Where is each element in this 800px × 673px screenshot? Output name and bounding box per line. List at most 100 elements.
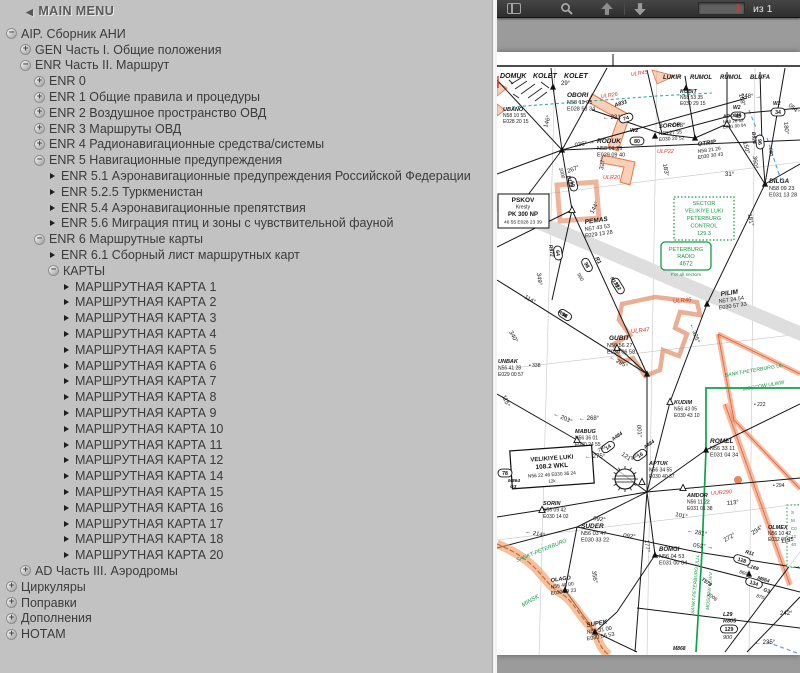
expand-icon[interactable]: + (20, 565, 31, 576)
tree-item[interactable]: МАРШРУТНАЯ КАРТА 7 (0, 374, 492, 390)
tree-item[interactable]: + ENR 4 Радионавигационные средства/систе… (0, 137, 492, 153)
expand-icon[interactable]: + (34, 139, 45, 150)
tree-item[interactable]: МАРШРУТНАЯ КАРТА 14 (0, 468, 492, 484)
collapse-icon[interactable]: − (48, 265, 59, 276)
tree-item-label[interactable]: МАРШРУТНАЯ КАРТА 20 (75, 548, 223, 562)
tree-item-label[interactable]: МАРШРУТНАЯ КАРТА 4 (75, 327, 216, 341)
collapse-icon[interactable]: − (6, 28, 17, 39)
expand-icon[interactable]: + (6, 581, 17, 592)
tree-item[interactable]: ENR 6.1 Сборный лист маршрутных карт (0, 247, 492, 263)
tree-item[interactable]: + Циркуляры (0, 579, 492, 595)
tree-item[interactable]: МАРШРУТНАЯ КАРТА 9 (0, 405, 492, 421)
tree-item[interactable]: + Дополнения (0, 610, 492, 626)
tree-item-label[interactable]: ENR 5 Навигационные предупреждения (49, 153, 282, 167)
tree-item[interactable]: + ENR 0 (0, 73, 492, 89)
tree-item-label[interactable]: Дополнения (21, 611, 92, 625)
expand-icon[interactable]: + (34, 76, 45, 87)
tree-item-label[interactable]: AD Часть III. Аэродромы (35, 564, 178, 578)
tree-item-label[interactable]: МАРШРУТНАЯ КАРТА 7 (75, 374, 216, 388)
page-number-input[interactable] (698, 2, 745, 15)
tree-item-label[interactable]: Поправки (21, 596, 77, 610)
tree-item-label[interactable]: ENR 1 Общие правила и процедуры (49, 90, 260, 104)
tree-item-label[interactable]: МАРШРУТНАЯ КАРТА 5 (75, 343, 216, 357)
tree-item[interactable]: МАРШРУТНАЯ КАРТА 12 (0, 453, 492, 469)
expand-icon[interactable]: + (34, 92, 45, 103)
tree-item-label[interactable]: ENR 0 (49, 74, 86, 88)
tree-item[interactable]: МАРШРУТНАЯ КАРТА 16 (0, 500, 492, 516)
tree-item-label[interactable]: МАРШРУТНАЯ КАРТА 3 (75, 311, 216, 325)
tree-item[interactable]: МАРШРУТНАЯ КАРТА 20 (0, 547, 492, 563)
tree-item-label[interactable]: МАРШРУТНАЯ КАРТА 1 (75, 280, 216, 294)
tree-item-label[interactable]: МАРШРУТНАЯ КАРТА 14 (75, 469, 223, 483)
tree-item-label[interactable]: ENR 6.1 Сборный лист маршрутных карт (61, 248, 300, 262)
expand-icon[interactable]: + (6, 597, 17, 608)
tree-item-label[interactable]: ENR 2 Воздушное пространство ОВД (49, 106, 266, 120)
tree-item-label[interactable]: AIP. Сборник АНИ (21, 27, 126, 41)
tree-item-label[interactable]: КАРТЫ (63, 264, 105, 278)
tree-item-label[interactable]: ENR 3 Маршруты ОВД (49, 122, 181, 136)
tree-item-label[interactable]: МАРШРУТНАЯ КАРТА 18 (75, 532, 223, 546)
main-menu-header[interactable]: ◀MAIN MENU (0, 0, 492, 25)
tree-item-label[interactable]: ENR 5.6 Миграция птиц и зоны с чувствите… (61, 216, 393, 230)
tree-item[interactable]: МАРШРУТНАЯ КАРТА 8 (0, 389, 492, 405)
tree-item[interactable]: ENR 5.2.5 Туркменистан (0, 184, 492, 200)
tree-item-label[interactable]: МАРШРУТНАЯ КАРТА 2 (75, 295, 216, 309)
sidebar-toggle-icon[interactable] (507, 3, 521, 14)
tree-item[interactable]: + AD Часть III. Аэродромы (0, 563, 492, 579)
tree-item-label[interactable]: GEN Часть I. Общие положения (35, 43, 221, 57)
tree-item[interactable]: МАРШРУТНАЯ КАРТА 4 (0, 326, 492, 342)
tree-item-label[interactable]: МАРШРУТНАЯ КАРТА 6 (75, 359, 216, 373)
tree-item-label[interactable]: МАРШРУТНАЯ КАРТА 17 (75, 517, 223, 531)
tree-item[interactable]: ENR 5.1 Аэронавигационные предупреждения… (0, 168, 492, 184)
tree-item-label[interactable]: НОТАМ (21, 627, 66, 641)
tree-item[interactable]: −ENR 6 Маршрутные карты (0, 231, 492, 247)
tree-item[interactable]: + ENR 2 Воздушное пространство ОВД (0, 105, 492, 121)
tree-item[interactable]: −КАРТЫ (0, 263, 492, 279)
tree-item-label[interactable]: МАРШРУТНАЯ КАРТА 8 (75, 390, 216, 404)
tree-item[interactable]: МАРШРУТНАЯ КАРТА 10 (0, 421, 492, 437)
tree-item-label[interactable]: МАРШРУТНАЯ КАРТА 12 (75, 453, 223, 467)
collapse-icon[interactable]: − (34, 234, 45, 245)
tree-item-label[interactable]: ENR 5.2.5 Туркменистан (61, 185, 203, 199)
tree-item[interactable]: МАРШРУТНАЯ КАРТА 2 (0, 295, 492, 311)
chart-page[interactable]: 748045349698646039296141612912813478 DOM… (497, 52, 800, 655)
expand-icon[interactable]: + (34, 107, 45, 118)
tree-item-label[interactable]: МАРШРУТНАЯ КАРТА 11 (75, 438, 222, 452)
expand-icon[interactable]: + (6, 629, 17, 640)
tree-item[interactable]: ENR 5.6 Миграция птиц и зоны с чувствите… (0, 216, 492, 232)
tree-item-label[interactable]: ENR 4 Радионавигационные средства/систем… (49, 137, 324, 151)
tree-item[interactable]: + GEN Часть I. Общие положения (0, 42, 492, 58)
tree-item[interactable]: + ENR 1 Общие правила и процедуры (0, 89, 492, 105)
tree-item-label[interactable]: МАРШРУТНАЯ КАРТА 16 (75, 501, 223, 515)
collapse-icon[interactable]: − (34, 155, 45, 166)
tree-item-label[interactable]: ENR 5.4 Аэронавигационные препятствия (61, 201, 306, 215)
tree-item[interactable]: ENR 5.4 Аэронавигационные препятствия (0, 200, 492, 216)
tree-item[interactable]: −ENR Часть II. Маршрут (0, 58, 492, 74)
tree-item-label[interactable]: ENR 6 Маршрутные карты (49, 232, 203, 246)
tree-item[interactable]: МАРШРУТНАЯ КАРТА 3 (0, 310, 492, 326)
expand-icon[interactable]: + (34, 123, 45, 134)
tree-item-label[interactable]: ENR 5.1 Аэронавигационные предупреждения… (61, 169, 471, 183)
collapse-icon[interactable]: − (20, 60, 31, 71)
tree-item-label[interactable]: МАРШРУТНАЯ КАРТА 9 (75, 406, 216, 420)
tree-item[interactable]: МАРШРУТНАЯ КАРТА 6 (0, 358, 492, 374)
tree-item-label[interactable]: ENR Часть II. Маршрут (35, 58, 169, 72)
tree-item[interactable]: −AIP. Сборник АНИ (0, 26, 492, 42)
tree-item-label[interactable]: МАРШРУТНАЯ КАРТА 15 (75, 485, 223, 499)
tree-item[interactable]: МАРШРУТНАЯ КАРТА 5 (0, 342, 492, 358)
search-icon[interactable] (560, 2, 574, 16)
tree-item[interactable]: + НОТАМ (0, 626, 492, 642)
expand-icon[interactable]: + (6, 613, 17, 624)
tree-item[interactable]: + ENR 3 Маршруты ОВД (0, 121, 492, 137)
tree-item[interactable]: МАРШРУТНАЯ КАРТА 1 (0, 279, 492, 295)
tree-item[interactable]: −ENR 5 Навигационные предупреждения (0, 152, 492, 168)
next-page-icon[interactable] (633, 2, 647, 16)
expand-icon[interactable]: + (20, 44, 31, 55)
tree-item[interactable]: МАРШРУТНАЯ КАРТА 11 (0, 437, 492, 453)
tree-item[interactable]: МАРШРУТНАЯ КАРТА 15 (0, 484, 492, 500)
tree-item-label[interactable]: МАРШРУТНАЯ КАРТА 10 (75, 422, 223, 436)
tree-item[interactable]: МАРШРУТНАЯ КАРТА 18 (0, 532, 492, 548)
tree-item[interactable]: + Поправки (0, 595, 492, 611)
previous-page-icon[interactable] (600, 2, 614, 16)
tree-item-label[interactable]: Циркуляры (21, 580, 86, 594)
